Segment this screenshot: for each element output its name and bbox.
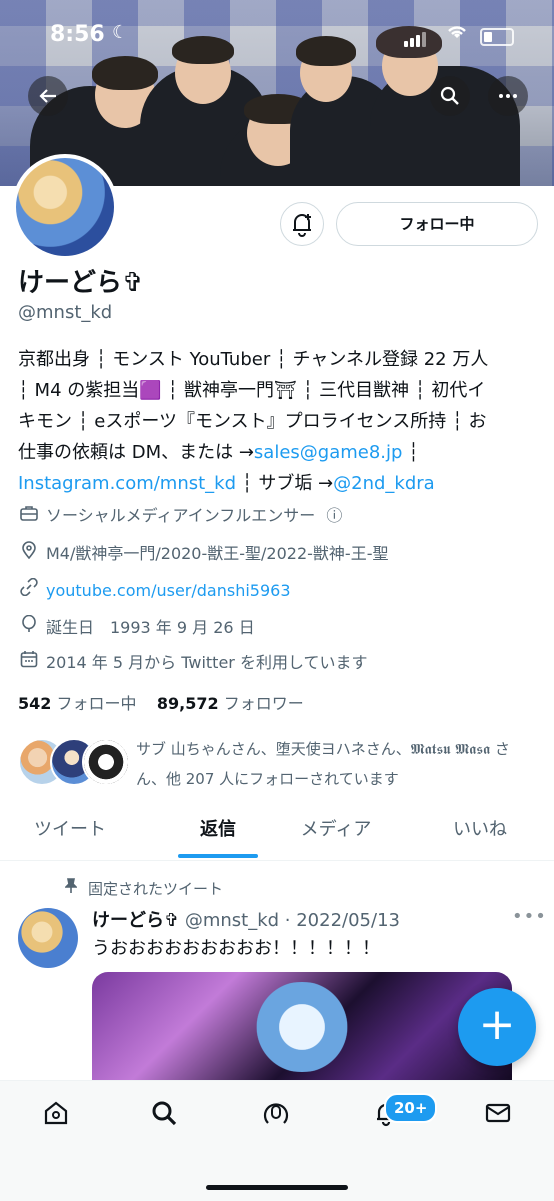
notification-badge: 20+	[384, 1093, 438, 1123]
profile-handle: @mnst_kd	[18, 302, 113, 323]
sub-account-link[interactable]: @2nd_kdra	[333, 473, 435, 494]
profile-website: youtube.com/user/danshi5963	[18, 577, 291, 603]
wifi-icon	[446, 24, 468, 45]
email-link[interactable]: sales@game8.jp	[254, 442, 403, 463]
birthday-text: 誕生日 1993 年 9 月 26 日	[46, 618, 255, 637]
bio-line: ┆ サブ垢 →	[241, 473, 334, 494]
profile-category: ソーシャルメディアインフルエンサー ⓘ	[18, 504, 342, 528]
tweet-header: けーどら✞ @mnst_kd · 2022/05/13	[92, 906, 400, 932]
location-pin-icon	[18, 541, 40, 566]
tweet-more-icon[interactable]: •••	[512, 906, 547, 927]
pinned-text: 固定されたツイート	[88, 880, 224, 898]
link-icon	[18, 577, 40, 603]
followers-count-link[interactable]: 89,572 フォロワー	[157, 694, 304, 713]
compose-tweet-button[interactable]: +	[458, 988, 536, 1066]
profile-name: けーどら✞	[18, 268, 144, 298]
website-link[interactable]: youtube.com/user/danshi5963	[46, 581, 291, 600]
notify-bell-button[interactable]	[280, 202, 324, 246]
tweet-author-name[interactable]: けーどら✞	[92, 910, 179, 931]
balloon-icon	[18, 614, 40, 640]
tab-likes[interactable]: いいね	[410, 806, 550, 860]
profile-bio: 京都出身 ┆ モンスト YouTuber ┆ チャンネル登録 22 万人 ┆ M…	[18, 349, 489, 494]
active-tab-indicator	[178, 854, 258, 858]
following-count-link[interactable]: 542 フォロー中	[18, 694, 137, 713]
bio-line: 仕事の依頼は DM、または →	[18, 442, 254, 463]
bio-line: ┆ M4 の紫担当🟪 ┆ 獣神亭一門⛩ ┆ 三代目獣神 ┆ 初代イ	[18, 380, 486, 401]
followers-label: フォロワー	[223, 694, 304, 713]
search-icon[interactable]	[144, 1099, 184, 1139]
instagram-link[interactable]: Instagram.com/mnst_kd	[18, 473, 236, 494]
tweet-text: うおおおおおおおおお！！！！！！	[92, 938, 380, 959]
info-icon[interactable]: ⓘ	[326, 506, 342, 525]
followers-count: 89,572	[156, 694, 219, 713]
status-time: 8:56	[50, 22, 105, 47]
following-label: フォロー中	[56, 694, 137, 713]
follow-counts: 542 フォロー中 89,572 フォロワー	[18, 690, 304, 714]
bell-plus-icon	[293, 214, 311, 237]
search-icon[interactable]	[430, 76, 470, 116]
tweet-avatar[interactable]	[18, 908, 78, 968]
category-text: ソーシャルメディアインフルエンサー	[46, 506, 316, 525]
home-indicator	[206, 1185, 348, 1190]
signal-icon	[404, 28, 428, 47]
home-icon[interactable]	[36, 1099, 76, 1139]
following-count: 542	[18, 694, 52, 713]
calendar-icon	[18, 650, 40, 675]
profile-avatar[interactable]	[12, 154, 118, 260]
tab-tweets[interactable]: ツイート	[0, 806, 140, 860]
back-arrow-icon[interactable]	[28, 76, 68, 116]
location-text: M4/獣神亭一門/2020-獣王-聖/2022-獣神-王-聖	[46, 544, 389, 563]
status-bar: 8:56 ☾	[0, 0, 554, 70]
tweet-media-image[interactable]	[92, 972, 512, 1080]
messages-icon[interactable]	[478, 1099, 518, 1139]
joined-text: 2014 年 5 月から Twitter を利用しています	[46, 653, 368, 672]
tweet-handle-date: @mnst_kd · 2022/05/13	[184, 910, 400, 931]
bio-line: キモン ┆ eスポーツ『モンスト』プロライセンス所持 ┆ お	[18, 411, 487, 432]
bio-line: 京都出身 ┆ モンスト YouTuber ┆ チャンネル登録 22 万人	[18, 349, 489, 370]
bottom-nav: 20+	[0, 1080, 554, 1201]
pin-icon	[62, 878, 80, 898]
profile-joined: 2014 年 5 月から Twitter を利用しています	[18, 650, 367, 674]
profile-location: M4/獣神亭一門/2020-獣王-聖/2022-獣神-王-聖	[18, 541, 388, 565]
more-icon[interactable]	[488, 76, 528, 116]
profile-tabs: ツイート 返信 メディア いいね	[0, 806, 554, 861]
battery-icon	[480, 28, 514, 46]
spaces-icon[interactable]	[256, 1099, 296, 1139]
following-button[interactable]: フォロー中	[336, 202, 538, 246]
tab-media[interactable]: メディア	[266, 806, 406, 860]
briefcase-icon	[18, 504, 40, 528]
mutual-followers-avatars[interactable]	[18, 738, 136, 788]
followed-by-text[interactable]: サブ 山ちゃんさん、堕天使ヨハネさん、𝕸𝖆𝖙𝖘𝖚 𝕸𝖆𝖘𝖆 さん、他 207 人…	[136, 734, 536, 794]
pinned-label: 固定されたツイート	[62, 878, 223, 899]
moon-icon: ☾	[112, 22, 129, 43]
profile-birthday: 誕生日 1993 年 9 月 26 日	[18, 614, 255, 640]
avatar	[82, 738, 130, 786]
